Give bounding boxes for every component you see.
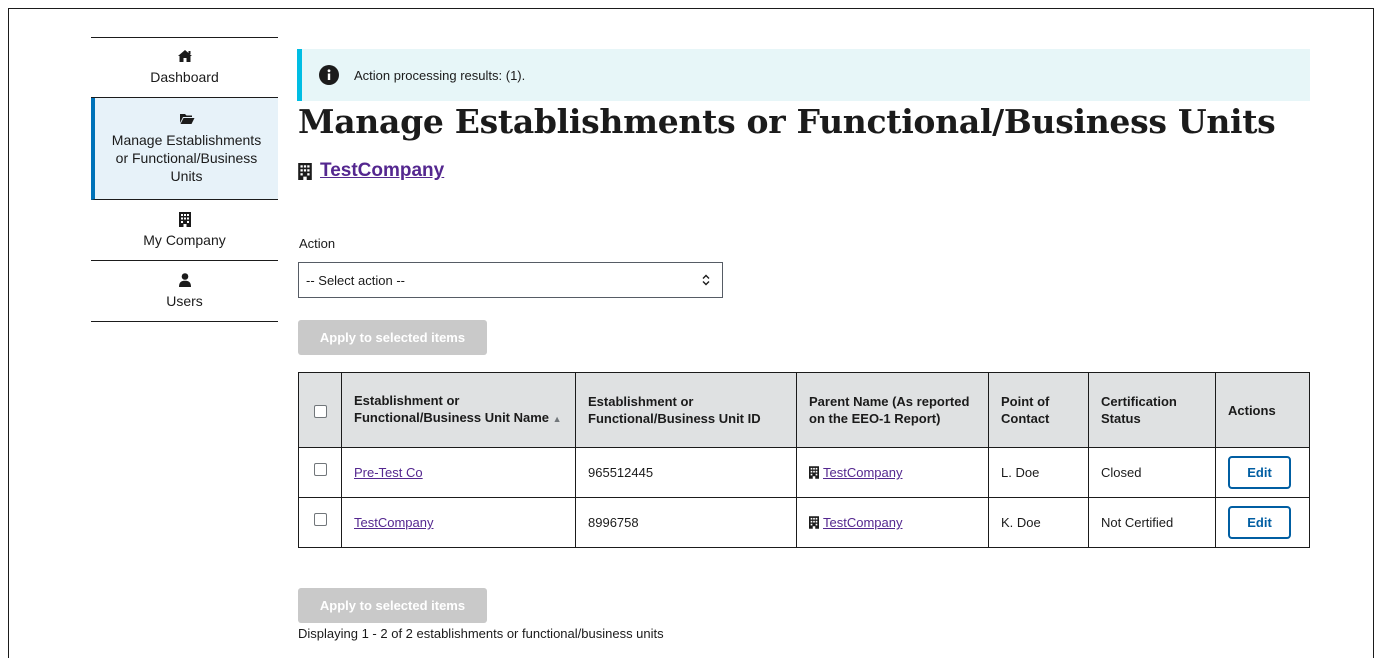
building-icon (809, 466, 819, 479)
col-id-header: Establishment or Functional/Business Uni… (575, 372, 797, 448)
col-status-header: Certification Status (1088, 372, 1216, 448)
name-cell: TestCompany (341, 497, 576, 548)
status-cell: Not Certified (1088, 497, 1216, 548)
sidebar-item-users[interactable]: Users (91, 261, 278, 322)
row-select-cell (298, 447, 342, 498)
company-link[interactable]: TestCompany (320, 160, 444, 182)
actions-cell: Edit (1215, 447, 1310, 498)
status-cell: Closed (1088, 447, 1216, 498)
col-contact-header: Point of Contact (988, 372, 1089, 448)
name-cell: Pre-Test Co (341, 447, 576, 498)
info-icon (319, 65, 339, 85)
home-icon (177, 49, 193, 65)
table-header-row: Establishment or Functional/Business Uni… (298, 372, 1310, 448)
parent-cell: TestCompany (796, 497, 989, 548)
parent-link[interactable]: TestCompany (823, 465, 902, 480)
sidebar-item-label: Users (166, 292, 203, 309)
sidebar-item-label: My Company (143, 231, 226, 248)
building-icon (178, 211, 191, 228)
folder-open-icon (179, 112, 195, 128)
row-checkbox[interactable] (313, 463, 327, 477)
alert-message: Action processing results: (1). (354, 67, 526, 83)
results-summary: Displaying 1 - 2 of 2 establishments or … (298, 626, 664, 641)
establishment-link[interactable]: TestCompany (354, 515, 433, 530)
establishments-table: Establishment or Functional/Business Uni… (298, 372, 1310, 548)
sidebar-item-label: Manage Establishments or Functional/Busi… (111, 132, 262, 184)
id-cell: 8996758 (575, 497, 797, 548)
sidebar-nav: Dashboard Manage Establishments or Funct… (91, 37, 278, 322)
apply-selected-button[interactable]: Apply to selected items (298, 320, 487, 355)
building-icon (809, 516, 819, 529)
establishment-link[interactable]: Pre-Test Co (354, 465, 423, 480)
select-all-cell (298, 372, 342, 448)
action-select-value: -- Select action -- (306, 272, 405, 288)
parent-cell: TestCompany (796, 447, 989, 498)
select-all-checkbox[interactable] (313, 404, 327, 418)
building-icon (298, 162, 312, 180)
action-select[interactable]: -- Select action -- (298, 262, 723, 298)
row-checkbox[interactable] (313, 513, 327, 527)
row-select-cell (298, 497, 342, 548)
sidebar-item-manage-establishments[interactable]: Manage Establishments or Functional/Busi… (91, 98, 278, 200)
col-name-header[interactable]: Establishment or Functional/Business Uni… (341, 372, 576, 448)
id-cell: 965512445 (575, 447, 797, 498)
col-actions-header: Actions (1215, 372, 1310, 448)
sort-asc-icon: ▲ (552, 414, 562, 424)
sidebar-item-label: Dashboard (150, 69, 219, 85)
contact-cell: K. Doe (988, 497, 1089, 548)
apply-selected-button-bottom[interactable]: Apply to selected items (298, 588, 487, 623)
table-row: Pre-Test Co 965512445 TestCompany L. Doe… (298, 447, 1310, 498)
select-arrows-icon (702, 274, 710, 286)
user-icon (178, 272, 191, 289)
company-heading: TestCompany (298, 160, 444, 182)
edit-button[interactable]: Edit (1228, 456, 1291, 489)
parent-link[interactable]: TestCompany (823, 515, 902, 530)
col-parent-header: Parent Name (As reported on the EEO-1 Re… (796, 372, 989, 448)
actions-cell: Edit (1215, 497, 1310, 548)
table-row: TestCompany 8996758 TestCompany K. Doe N… (298, 497, 1310, 548)
sidebar-item-dashboard[interactable]: Dashboard (91, 38, 278, 98)
action-label: Action (299, 236, 336, 251)
edit-button[interactable]: Edit (1228, 506, 1291, 539)
sidebar-item-my-company[interactable]: My Company (91, 200, 278, 261)
contact-cell: L. Doe (988, 447, 1089, 498)
info-alert: Action processing results: (1). (297, 49, 1310, 101)
page-title: Manage Establishments or Functional/Busi… (298, 102, 1276, 141)
